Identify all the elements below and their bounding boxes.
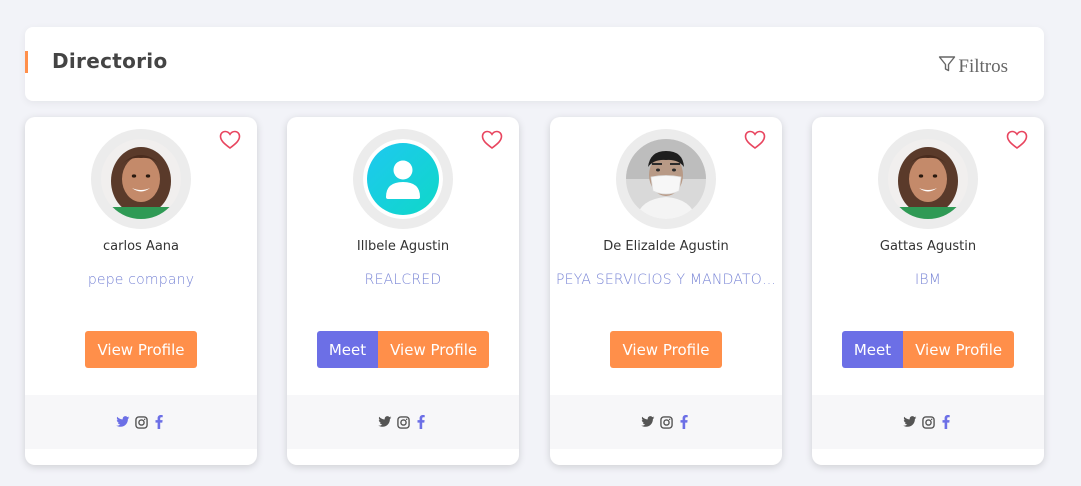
avatar-ring [878, 129, 978, 229]
profile-card: De Elizalde Agustin PEYA SERVICIOS Y MAN… [550, 117, 782, 465]
directory-cards: carlos Aana pepe company View Profile Il… [25, 117, 1045, 465]
heart-icon[interactable] [219, 130, 241, 150]
meet-button[interactable]: Meet [841, 331, 904, 368]
view-profile-button[interactable]: View Profile [610, 331, 722, 368]
profile-card: Illbele Agustin REALCRED Meet View Profi… [287, 117, 519, 465]
avatar[interactable] [626, 139, 706, 219]
filter-icon [938, 55, 958, 79]
avatar[interactable] [101, 139, 181, 219]
contact-name: De Elizalde Agustin [603, 239, 729, 254]
heart-icon[interactable] [744, 130, 766, 150]
instagram-icon[interactable] [921, 415, 935, 429]
view-profile-button[interactable]: View Profile [903, 331, 1015, 368]
social-links [812, 395, 1044, 449]
social-links [25, 395, 257, 449]
meet-button[interactable]: Meet [316, 331, 379, 368]
avatar-ring [353, 129, 453, 229]
view-profile-button[interactable]: View Profile [85, 331, 197, 368]
contact-name: Illbele Agustin [356, 239, 450, 254]
instagram-icon[interactable] [659, 415, 673, 429]
company-link[interactable]: IBM [818, 272, 1038, 288]
company-link[interactable]: REALCRED [293, 272, 513, 288]
card-actions: View Profile [25, 331, 257, 368]
facebook-icon[interactable] [152, 415, 166, 429]
instagram-icon[interactable] [134, 415, 148, 429]
heart-icon[interactable] [481, 130, 503, 150]
filters-label: Filtros [958, 56, 1008, 77]
avatar-ring [91, 129, 191, 229]
default-user-icon [363, 139, 443, 219]
facebook-icon[interactable] [677, 415, 691, 429]
profile-card: carlos Aana pepe company View Profile [25, 117, 257, 465]
avatar[interactable] [363, 139, 443, 219]
instagram-icon[interactable] [396, 415, 410, 429]
company-link[interactable]: pepe company [31, 272, 251, 288]
facebook-icon[interactable] [939, 415, 953, 429]
avatar[interactable] [888, 139, 968, 219]
directory-header: Directorio Filtros [25, 27, 1044, 101]
facebook-icon[interactable] [414, 415, 428, 429]
page-title: Directorio [52, 49, 168, 73]
card-actions: Meet View Profile [812, 331, 1044, 368]
filters-button[interactable]: Filtros [938, 55, 1008, 79]
social-links [550, 395, 782, 449]
heart-icon[interactable] [1006, 130, 1028, 150]
view-profile-button[interactable]: View Profile [378, 331, 490, 368]
header-accent-bar [25, 51, 28, 73]
social-links [287, 395, 519, 449]
card-actions: Meet View Profile [287, 331, 519, 368]
twitter-icon[interactable] [641, 415, 655, 429]
company-link[interactable]: PEYA SERVICIOS Y MANDATOS... [556, 272, 776, 288]
twitter-icon[interactable] [378, 415, 392, 429]
twitter-icon[interactable] [903, 415, 917, 429]
contact-name: carlos Aana [103, 239, 179, 254]
card-actions: View Profile [550, 331, 782, 368]
profile-card: Gattas Agustin IBM Meet View Profile [812, 117, 1044, 465]
contact-name: Gattas Agustin [879, 239, 977, 254]
avatar-ring [616, 129, 716, 229]
twitter-icon[interactable] [116, 415, 130, 429]
